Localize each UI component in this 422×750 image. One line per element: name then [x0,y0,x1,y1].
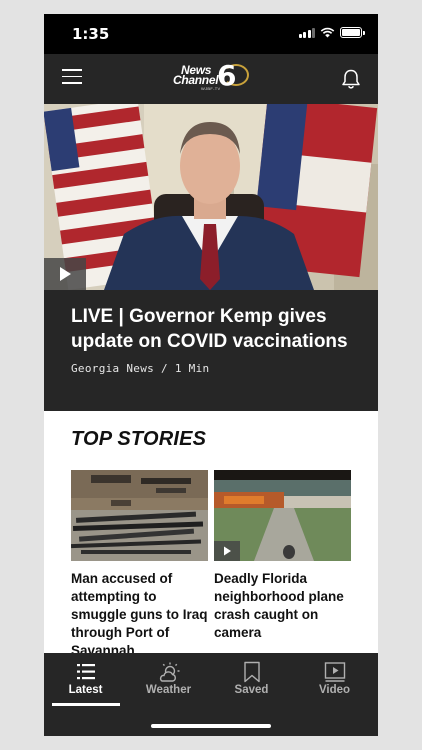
tab-weather[interactable]: Weather [127,653,210,713]
story-headline[interactable]: Man accused of attempting to smuggle gun… [71,570,208,660]
tab-video[interactable]: Video [293,653,376,713]
story-card[interactable]: Man accused of attempting to smuggle gun… [71,470,208,660]
hamburger-icon [62,69,82,71]
section-heading: TOP STORIES [71,428,207,450]
story-thumbnail[interactable] [214,470,351,561]
tab-saved[interactable]: Saved [210,653,293,713]
menu-button[interactable] [62,69,82,89]
list-icon [77,664,95,680]
wifi-icon [320,27,335,38]
tab-bar: Latest Weather Saved Video [44,653,378,736]
tab-label: Saved [234,684,269,696]
play-button[interactable] [44,258,86,290]
battery-icon [340,27,365,38]
play-button[interactable] [214,541,240,561]
tab-label: Latest [68,684,103,696]
top-stories-section: TOP STORIES Man accused of attempting to… [44,411,378,658]
logo-channel-text: Channel [173,73,219,87]
tab-latest[interactable]: Latest [44,653,127,713]
active-tab-indicator [52,703,120,706]
hero-headline[interactable]: LIVE | Governor Kemp gives update on COV… [71,304,361,354]
governor-photo [44,104,378,290]
status-time: 1:35 [72,25,110,43]
tab-label: Video [318,684,351,696]
phone-screen: 1:35 News Channel 6 WJBF-TV LIVE | Gover… [44,14,378,736]
story-headline[interactable]: Deadly Florida neighborhood plane crash … [214,570,351,642]
tab-label: Weather [145,684,192,696]
story-card[interactable]: Deadly Florida neighborhood plane crash … [214,470,351,642]
bell-icon[interactable] [340,68,362,90]
bookmark-icon [244,661,260,683]
play-icon [224,546,231,556]
hero-caption[interactable]: LIVE | Governor Kemp gives update on COV… [44,290,378,411]
hero-meta: Georgia News / 1 Min [71,362,210,375]
status-bar: 1:35 [44,14,378,54]
story-thumbnail[interactable] [71,470,208,561]
cellular-signal-icon [298,27,315,38]
logo-callsign: WJBF-TV [201,86,221,91]
guns-photo [71,470,208,561]
news-channel-6-logo[interactable]: News Channel 6 WJBF-TV [173,59,253,93]
hero-video-thumbnail[interactable] [44,104,378,290]
home-indicator[interactable] [151,724,271,728]
app-header: News Channel 6 WJBF-TV [44,54,378,104]
video-icon [324,662,346,682]
status-icons [298,27,365,38]
play-icon [60,267,71,281]
weather-icon [159,662,180,682]
